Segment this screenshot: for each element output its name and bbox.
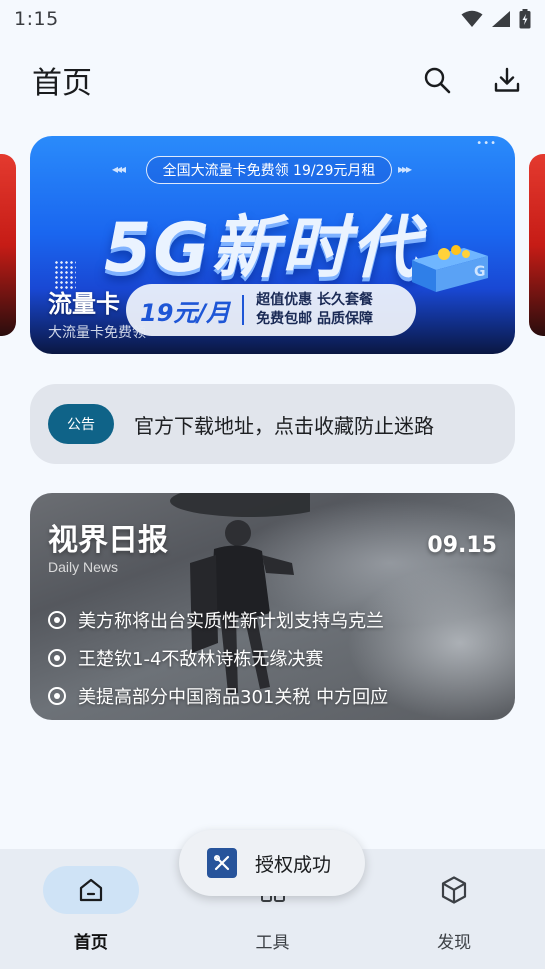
notice-badge: 公告	[48, 404, 114, 444]
notice-text: 官方下载地址，点击收藏防止迷路	[134, 413, 434, 438]
banner-prev-peek[interactable]	[0, 154, 16, 336]
signal-icon	[492, 11, 510, 27]
news-list: 美方称将出台实质性新计划支持乌克兰 王楚钦1-4不敌林诗栋无缘决赛 美提高部分中…	[48, 601, 388, 715]
nav-active-indicator	[42, 866, 139, 914]
banner-card[interactable]: ••• ◂◂◂ 全国大流量卡免费领 19/29元月租 ▸▸▸ 5G新时代 G 1…	[30, 136, 515, 354]
news-item-text: 美方称将出台实质性新计划支持乌克兰	[78, 611, 384, 632]
download-button[interactable]	[489, 62, 525, 98]
wifi-icon	[461, 10, 483, 27]
news-item[interactable]: 王楚钦1-4不敌林诗栋无缘决赛	[48, 639, 388, 677]
svg-text:G: G	[474, 264, 486, 280]
app-bar: 首页	[0, 50, 545, 110]
battery-icon	[519, 9, 531, 29]
tools-icon	[207, 848, 237, 878]
status-time: 1:15	[14, 8, 59, 30]
radio-bullet-icon	[48, 649, 66, 667]
news-item-text: 美提高部分中国商品301关税 中方回应	[78, 687, 389, 708]
news-item[interactable]: 美提高部分中国商品301关税 中方回应	[48, 677, 388, 715]
banner-title: 流量卡	[48, 290, 120, 318]
banner-headline: 5G新时代	[104, 209, 422, 288]
search-icon	[424, 67, 451, 94]
news-item-text: 王楚钦1-4不敌林诗栋无缘决赛	[78, 649, 324, 670]
nav-label-discover: 发现	[437, 933, 472, 953]
banner-arrows-right: ▸▸▸	[398, 162, 412, 176]
wrench-screwdriver-icon	[213, 854, 230, 871]
nav-label-tools: 工具	[255, 933, 290, 953]
offer-divider	[242, 295, 245, 325]
toast-text: 授权成功	[255, 853, 332, 876]
cube-icon	[442, 876, 467, 904]
toast-message: 授权成功	[179, 830, 365, 896]
home-icon	[79, 878, 102, 902]
page-title: 首页	[32, 66, 92, 101]
banner-arrows-left: ◂◂◂	[112, 162, 126, 176]
radio-bullet-icon	[48, 687, 66, 705]
news-subtitle: Daily News	[48, 559, 119, 575]
nav-item-home[interactable]: 首页	[0, 849, 182, 969]
banner-pill: 全国大流量卡免费领 19/29元月租	[146, 156, 392, 184]
nav-item-discover[interactable]: 发现	[363, 849, 545, 969]
news-title: 视界日报	[48, 523, 168, 558]
notice-card[interactable]: 公告 官方下载地址，点击收藏防止迷路	[30, 384, 515, 464]
offer-lines: 超值优惠 长久套餐 免费包邮 品质保障	[256, 291, 373, 329]
status-icons	[461, 9, 531, 29]
banner-carousel[interactable]: ••• ◂◂◂ 全国大流量卡免费领 19/29元月租 ▸▸▸ 5G新时代 G 1…	[0, 136, 545, 354]
offer-line-2: 免费包邮 品质保障	[256, 311, 374, 327]
banner-offer: 19元/月 超值优惠 长久套餐 免费包邮 品质保障	[126, 284, 416, 336]
status-bar: 1:15	[0, 0, 545, 38]
nav-icon-container	[406, 866, 502, 914]
app-actions	[419, 62, 525, 98]
search-button[interactable]	[419, 62, 455, 98]
gift-box-icon: G	[412, 245, 488, 292]
news-item[interactable]: 美方称将出台实质性新计划支持乌克兰	[48, 601, 388, 639]
nav-label-home: 首页	[73, 933, 108, 953]
daily-news-card[interactable]: 视界日报 Daily News 09.15 美方称将出台实质性新计划支持乌克兰 …	[30, 493, 515, 720]
offer-price: 19元/月	[140, 298, 231, 327]
download-icon	[494, 67, 520, 92]
banner-more-dots: •••	[476, 138, 497, 149]
radio-bullet-icon	[48, 611, 66, 629]
banner-subtitle: 大流量卡免费领	[48, 325, 146, 341]
news-date: 09.15	[427, 533, 497, 558]
offer-line-1: 超值优惠 长久套餐	[256, 292, 374, 308]
banner-next-peek[interactable]	[529, 154, 545, 336]
